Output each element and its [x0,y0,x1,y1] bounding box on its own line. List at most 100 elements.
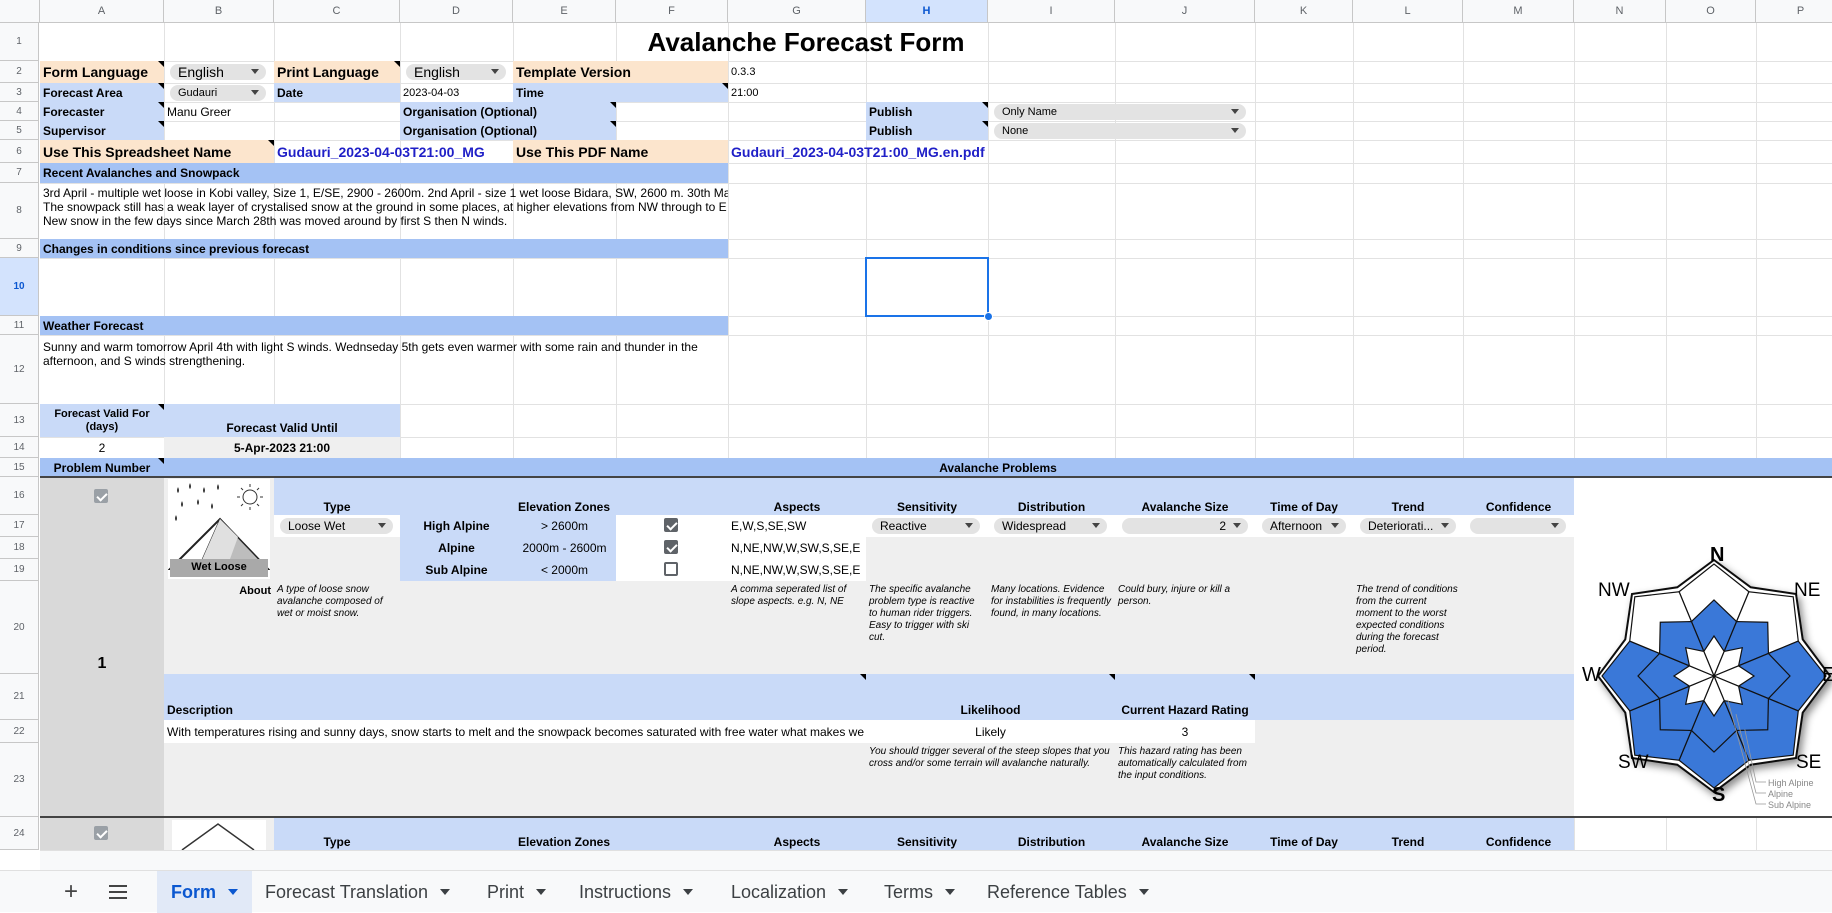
col-header-g[interactable]: G [728,0,866,23]
weather-forecast-text[interactable]: Sunny and warm tomorrow April 4th with l… [40,335,728,404]
zone-high-alpine-range[interactable]: > 2600m [513,515,616,537]
zone-high-alpine-label[interactable]: High Alpine [400,515,513,537]
row-header-9[interactable]: 9 [0,239,39,258]
problem-1-number[interactable]: 1 [40,652,164,676]
publish-label-1[interactable]: Publish [866,102,988,121]
time-of-day-header[interactable]: Time of Day [1255,478,1353,515]
row-header-19[interactable]: 19 [0,559,39,581]
add-sheet-button[interactable]: + [58,878,84,905]
row-header-24[interactable]: 24 [0,817,39,850]
col-header-j[interactable]: J [1115,0,1255,23]
spreadsheet-name-value[interactable]: Gudauri_2023-04-03T21:00_MG [274,140,513,163]
about-sensitivity-text[interactable]: The specific avalanche problem type is r… [866,581,988,674]
p2-elevation-zones-header[interactable]: Elevation Zones [400,818,728,850]
date-label[interactable]: Date [274,83,400,102]
col-header-a[interactable]: A [40,0,164,23]
publish-select-1[interactable]: Only Name [994,104,1246,120]
time-of-day-select[interactable]: Afternoon [1262,518,1346,534]
p2-type-header[interactable]: Type [274,818,400,850]
zone-alpine-checkbox[interactable] [664,540,678,554]
description-header[interactable]: Description [164,674,866,720]
publish-select-2[interactable]: None [994,123,1246,139]
template-version-label[interactable]: Template Version [513,61,728,83]
col-header-n[interactable]: N [1574,0,1666,23]
hazard-rating-note[interactable]: This hazard rating has been automaticall… [1115,743,1255,817]
spreadsheet-name-label[interactable]: Use This Spreadsheet Name [40,140,274,163]
forecast-area-label[interactable]: Forecast Area [40,83,164,102]
col-header-f[interactable]: F [616,0,728,23]
hazard-rating-header[interactable]: Current Hazard Rating [1115,674,1255,720]
corner-cell[interactable] [0,0,40,23]
zone-alpine-aspects[interactable]: N,NE,NW,W,SW,S,SE,E [728,537,866,559]
changes-header[interactable]: Changes in conditions since previous for… [40,239,728,258]
row-header-14[interactable]: 14 [0,437,39,458]
problem-number-header[interactable]: Problem Number [40,458,164,477]
row-header-1[interactable]: 1 [0,23,39,61]
row-header-6[interactable]: 6 [0,140,39,163]
confidence-select[interactable] [1470,518,1566,534]
row-header-5[interactable]: 5 [0,121,39,140]
horizontal-scrollbar[interactable] [40,850,1832,870]
fill-handle[interactable] [984,312,993,321]
tab-reference-tables[interactable]: Reference Tables [973,871,1163,913]
row-header-8[interactable]: 8 [0,183,39,239]
description-text[interactable]: With temperatures rising and sunny days,… [164,720,866,743]
p2-confidence-header[interactable]: Confidence [1463,818,1574,850]
forecast-valid-for-label[interactable]: Forecast Valid For (days) [40,404,164,437]
row-header-21[interactable]: 21 [0,674,39,720]
tab-print[interactable]: Print [473,871,560,913]
elevation-zones-header[interactable]: Elevation Zones [400,478,728,515]
pdf-name-value[interactable]: Gudauri_2023-04-03T21:00_MG.en.pdf [728,140,988,163]
tab-localization[interactable]: Localization [717,871,862,913]
col-header-p[interactable]: P [1756,0,1832,23]
col-header-c[interactable]: C [274,0,400,23]
problem-2-enabled-checkbox[interactable] [94,826,108,840]
row-header-2[interactable]: 2 [0,61,39,83]
row-header-22[interactable]: 22 [0,720,39,743]
col-header-b[interactable]: B [164,0,274,23]
recent-avalanches-text[interactable]: 3rd April - multiple wet loose in Kobi v… [40,183,728,239]
zone-alpine-range[interactable]: 2000m - 2600m [513,537,616,559]
likelihood-note[interactable]: You should trigger several of the steep … [866,743,1115,817]
forecast-valid-until-label[interactable]: Forecast Valid Until [164,404,400,437]
row-header-12[interactable]: 12 [0,335,39,404]
form-language-select[interactable]: English [170,64,266,80]
all-sheets-menu-icon[interactable] [106,883,130,901]
zone-sub-alpine-aspects[interactable]: N,NE,NW,W,SW,S,SE,E [728,559,866,581]
time-value[interactable]: 21:00 [728,83,866,102]
row-header-13[interactable]: 13 [0,404,39,437]
row-header-4[interactable]: 4 [0,102,39,121]
tab-form[interactable]: Form [157,871,252,913]
row-header-16[interactable]: 16 [0,477,39,515]
changes-text[interactable] [40,258,728,316]
confidence-header[interactable]: Confidence [1463,478,1574,515]
p2-sensitivity-header[interactable]: Sensitivity [866,818,988,850]
distribution-select[interactable]: Widespread [994,518,1107,534]
tab-instructions[interactable]: Instructions [565,871,707,913]
likelihood-value[interactable]: Likely [866,720,1115,743]
about-aspects-text[interactable]: A comma seperated list of slope aspects.… [728,581,866,674]
col-header-d[interactable]: D [400,0,513,23]
zone-sub-alpine-range[interactable]: < 2000m [513,559,616,581]
problem-1-enabled-checkbox[interactable] [94,489,108,503]
col-header-o[interactable]: O [1666,0,1756,23]
distribution-header[interactable]: Distribution [988,478,1115,515]
avalanche-size-select[interactable]: 2 [1122,518,1248,534]
pdf-name-label[interactable]: Use This PDF Name [513,140,728,163]
col-header-m[interactable]: M [1463,0,1574,23]
about-size-text[interactable]: Could bury, injure or kill a person. [1115,581,1255,674]
likelihood-header[interactable]: Likelihood [866,674,1115,720]
supervisor-label[interactable]: Supervisor [40,121,164,140]
row-header-23[interactable]: 23 [0,743,39,817]
row-header-3[interactable]: 3 [0,83,39,102]
row-header-18[interactable]: 18 [0,537,39,559]
trend-select[interactable]: Deteriorati... [1360,518,1456,534]
forecast-valid-days-value[interactable]: 2 [40,437,164,458]
weather-forecast-header[interactable]: Weather Forecast [40,316,728,335]
aspects-header[interactable]: Aspects [728,478,866,515]
type-header[interactable]: Type [274,478,400,515]
publish-label-2[interactable]: Publish [866,121,988,140]
p2-aspects-header[interactable]: Aspects [728,818,866,850]
row-header-10[interactable]: 10 [0,258,39,316]
problem-1-number-panel[interactable] [40,478,164,817]
